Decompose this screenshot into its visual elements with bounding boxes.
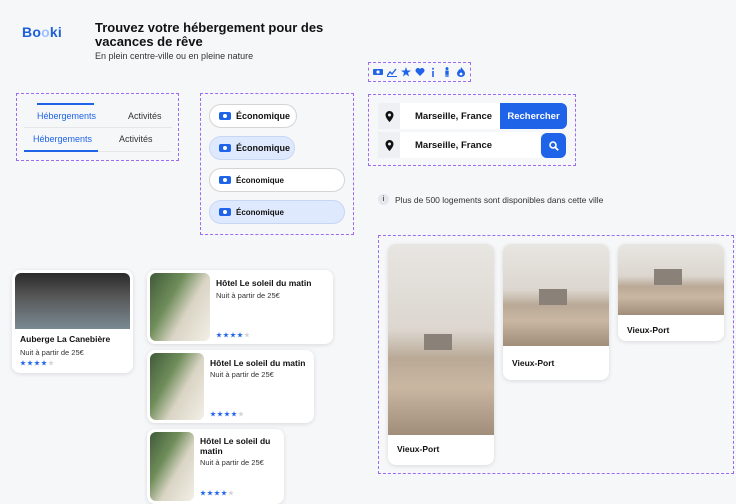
hotel-photo bbox=[150, 273, 210, 341]
star-icon bbox=[207, 490, 213, 496]
availability-text: Plus de 500 logements sont disponibles d… bbox=[395, 194, 604, 205]
star-icon bbox=[34, 360, 40, 366]
filter-label: Économique bbox=[236, 175, 285, 185]
star-icon bbox=[217, 411, 223, 417]
icon-strip bbox=[368, 62, 471, 82]
star-icon bbox=[200, 490, 206, 496]
tab-divider bbox=[24, 127, 172, 128]
destination-photo-detail bbox=[424, 334, 452, 350]
star-icon bbox=[221, 490, 227, 496]
hotel-price: Nuit à partir de 25€ bbox=[210, 370, 274, 379]
hotel-card[interactable]: Hôtel Le soleil du matin Nuit à partir d… bbox=[147, 350, 314, 423]
star-icon bbox=[27, 360, 33, 366]
page-subtitle: En plein centre-ville ou en pleine natur… bbox=[95, 51, 254, 61]
filter-label: Économique bbox=[236, 111, 291, 121]
star-icon bbox=[400, 67, 411, 77]
person-icon bbox=[442, 67, 452, 77]
hotel-card[interactable]: Hôtel Le soleil du matin Nuit à partir d… bbox=[147, 270, 333, 344]
destination-photo-detail bbox=[654, 269, 682, 285]
tab-divider-alt bbox=[98, 151, 171, 152]
destination-card[interactable]: Vieux-Port bbox=[503, 244, 609, 380]
tab-hebergements[interactable]: Hébergements bbox=[37, 111, 96, 121]
search-demo-box: Marseille, France Rechercher Marseille, … bbox=[368, 94, 576, 166]
money-icon bbox=[219, 176, 231, 184]
filter-pill-economique[interactable]: Économique bbox=[209, 104, 297, 128]
hostel-photo bbox=[15, 273, 130, 329]
page-title: Trouvez votre hébergement pour des vacan… bbox=[95, 20, 324, 49]
filter-pill-economique-wide[interactable]: Économique bbox=[209, 168, 345, 192]
hotel-photo bbox=[150, 353, 204, 420]
booki-logo[interactable]: Booki bbox=[22, 24, 62, 40]
star-icon bbox=[20, 360, 26, 366]
filters-demo-box: Économique Économique Économique Économi… bbox=[200, 93, 354, 235]
search-button[interactable]: Rechercher bbox=[500, 103, 567, 129]
star-icon bbox=[214, 490, 220, 496]
hotel-name: Hôtel Le soleil du matin bbox=[210, 358, 306, 368]
money-icon bbox=[219, 112, 231, 120]
money-icon bbox=[219, 208, 231, 216]
star-icon bbox=[244, 332, 250, 338]
hotel-rating bbox=[216, 332, 250, 338]
star-icon bbox=[230, 332, 236, 338]
info-icon bbox=[428, 67, 438, 77]
location-pin-icon bbox=[378, 103, 400, 129]
star-icon bbox=[41, 360, 47, 366]
info-icon: i bbox=[378, 194, 389, 205]
hostel-card[interactable]: Auberge La Canebière Nuit à partir de 25… bbox=[12, 270, 133, 373]
star-icon bbox=[238, 411, 244, 417]
filter-pill-economique-wide-selected[interactable]: Économique bbox=[209, 200, 345, 224]
destination-name: Vieux-Port bbox=[512, 358, 555, 368]
star-icon bbox=[223, 332, 229, 338]
tab-active-indicator-alt bbox=[24, 150, 98, 152]
hostel-name: Auberge La Canebière bbox=[20, 334, 111, 344]
tabs-demo-box: Hébergements Activités Hébergements Acti… bbox=[16, 93, 179, 161]
tab-activites-alt[interactable]: Activités bbox=[119, 134, 153, 144]
filter-label: Économique bbox=[236, 207, 285, 217]
hotel-photo bbox=[150, 432, 194, 501]
hotel-name: Hôtel Le soleil du matin bbox=[200, 436, 271, 456]
hotel-rating bbox=[210, 411, 244, 417]
destinations-demo-box: Vieux-Port Vieux-Port Vieux-Port bbox=[378, 235, 734, 474]
tab-active-indicator bbox=[37, 103, 94, 105]
heart-icon bbox=[415, 67, 425, 77]
hotel-price: Nuit à partir de 25€ bbox=[216, 291, 280, 300]
star-icon bbox=[210, 411, 216, 417]
hotel-price: Nuit à partir de 25€ bbox=[200, 458, 264, 467]
destination-name: Vieux-Port bbox=[397, 444, 440, 454]
star-icon bbox=[48, 360, 54, 366]
destination-card[interactable]: Vieux-Port bbox=[618, 244, 724, 341]
hostel-price: Nuit à partir de 25€ bbox=[20, 348, 84, 357]
search-icon bbox=[548, 140, 559, 151]
star-icon bbox=[231, 411, 237, 417]
chart-icon bbox=[386, 67, 397, 77]
destination-photo-detail bbox=[539, 289, 567, 305]
location-pin-icon bbox=[378, 132, 400, 158]
star-icon bbox=[224, 411, 230, 417]
tab-activites[interactable]: Activités bbox=[128, 111, 162, 121]
star-icon bbox=[216, 332, 222, 338]
hotel-card[interactable]: Hôtel Le soleil du matin Nuit à partir d… bbox=[147, 429, 284, 504]
star-icon bbox=[237, 332, 243, 338]
destination-name: Vieux-Port bbox=[627, 325, 670, 335]
filter-pill-economique-selected[interactable]: Économique bbox=[209, 136, 295, 160]
destination-card[interactable]: Vieux-Port bbox=[388, 244, 494, 465]
star-icon bbox=[228, 490, 234, 496]
availability-info: i Plus de 500 logements sont disponibles… bbox=[378, 194, 603, 205]
search-icon-button[interactable] bbox=[541, 133, 566, 158]
hotel-rating bbox=[200, 490, 234, 496]
search-input-compact[interactable]: Marseille, France bbox=[400, 132, 540, 158]
fire-icon bbox=[456, 67, 466, 77]
money-icon bbox=[372, 67, 383, 77]
hostel-rating bbox=[20, 360, 54, 366]
tab-hebergements-alt[interactable]: Hébergements bbox=[33, 134, 92, 144]
money-icon bbox=[219, 144, 231, 152]
filter-label: Économique bbox=[236, 143, 291, 153]
search-input[interactable]: Marseille, France bbox=[400, 103, 501, 129]
hotel-name: Hôtel Le soleil du matin bbox=[216, 278, 312, 288]
